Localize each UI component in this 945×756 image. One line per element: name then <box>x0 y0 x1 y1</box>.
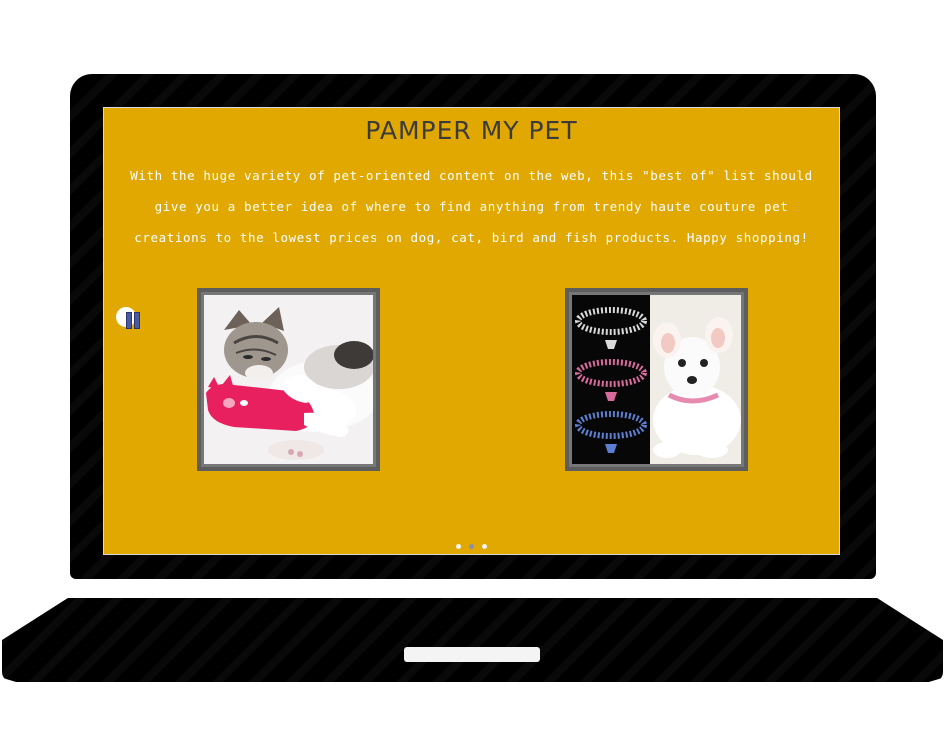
slide-dot-1[interactable] <box>456 544 461 549</box>
laptop-mockup: PAMPER MY PET With the huge variety of p… <box>0 0 945 756</box>
slide-dot-3[interactable] <box>482 544 487 549</box>
page-title: PAMPER MY PET <box>365 116 578 145</box>
cat-image <box>204 295 373 464</box>
website-screen: PAMPER MY PET With the huge variety of p… <box>103 107 840 555</box>
slideshow-pause-button[interactable] <box>116 306 146 334</box>
slide-dot-2[interactable] <box>469 544 474 549</box>
dog-with-collars-photo[interactable] <box>565 288 748 471</box>
dog-image <box>572 295 741 464</box>
laptop-base <box>2 598 943 682</box>
cat-with-toy-photo[interactable] <box>197 288 380 471</box>
slideshow-pagination <box>104 544 839 549</box>
laptop-trackpad <box>404 647 540 662</box>
pause-icon <box>126 312 141 329</box>
intro-text: With the huge variety of pet-oriented co… <box>130 168 813 245</box>
